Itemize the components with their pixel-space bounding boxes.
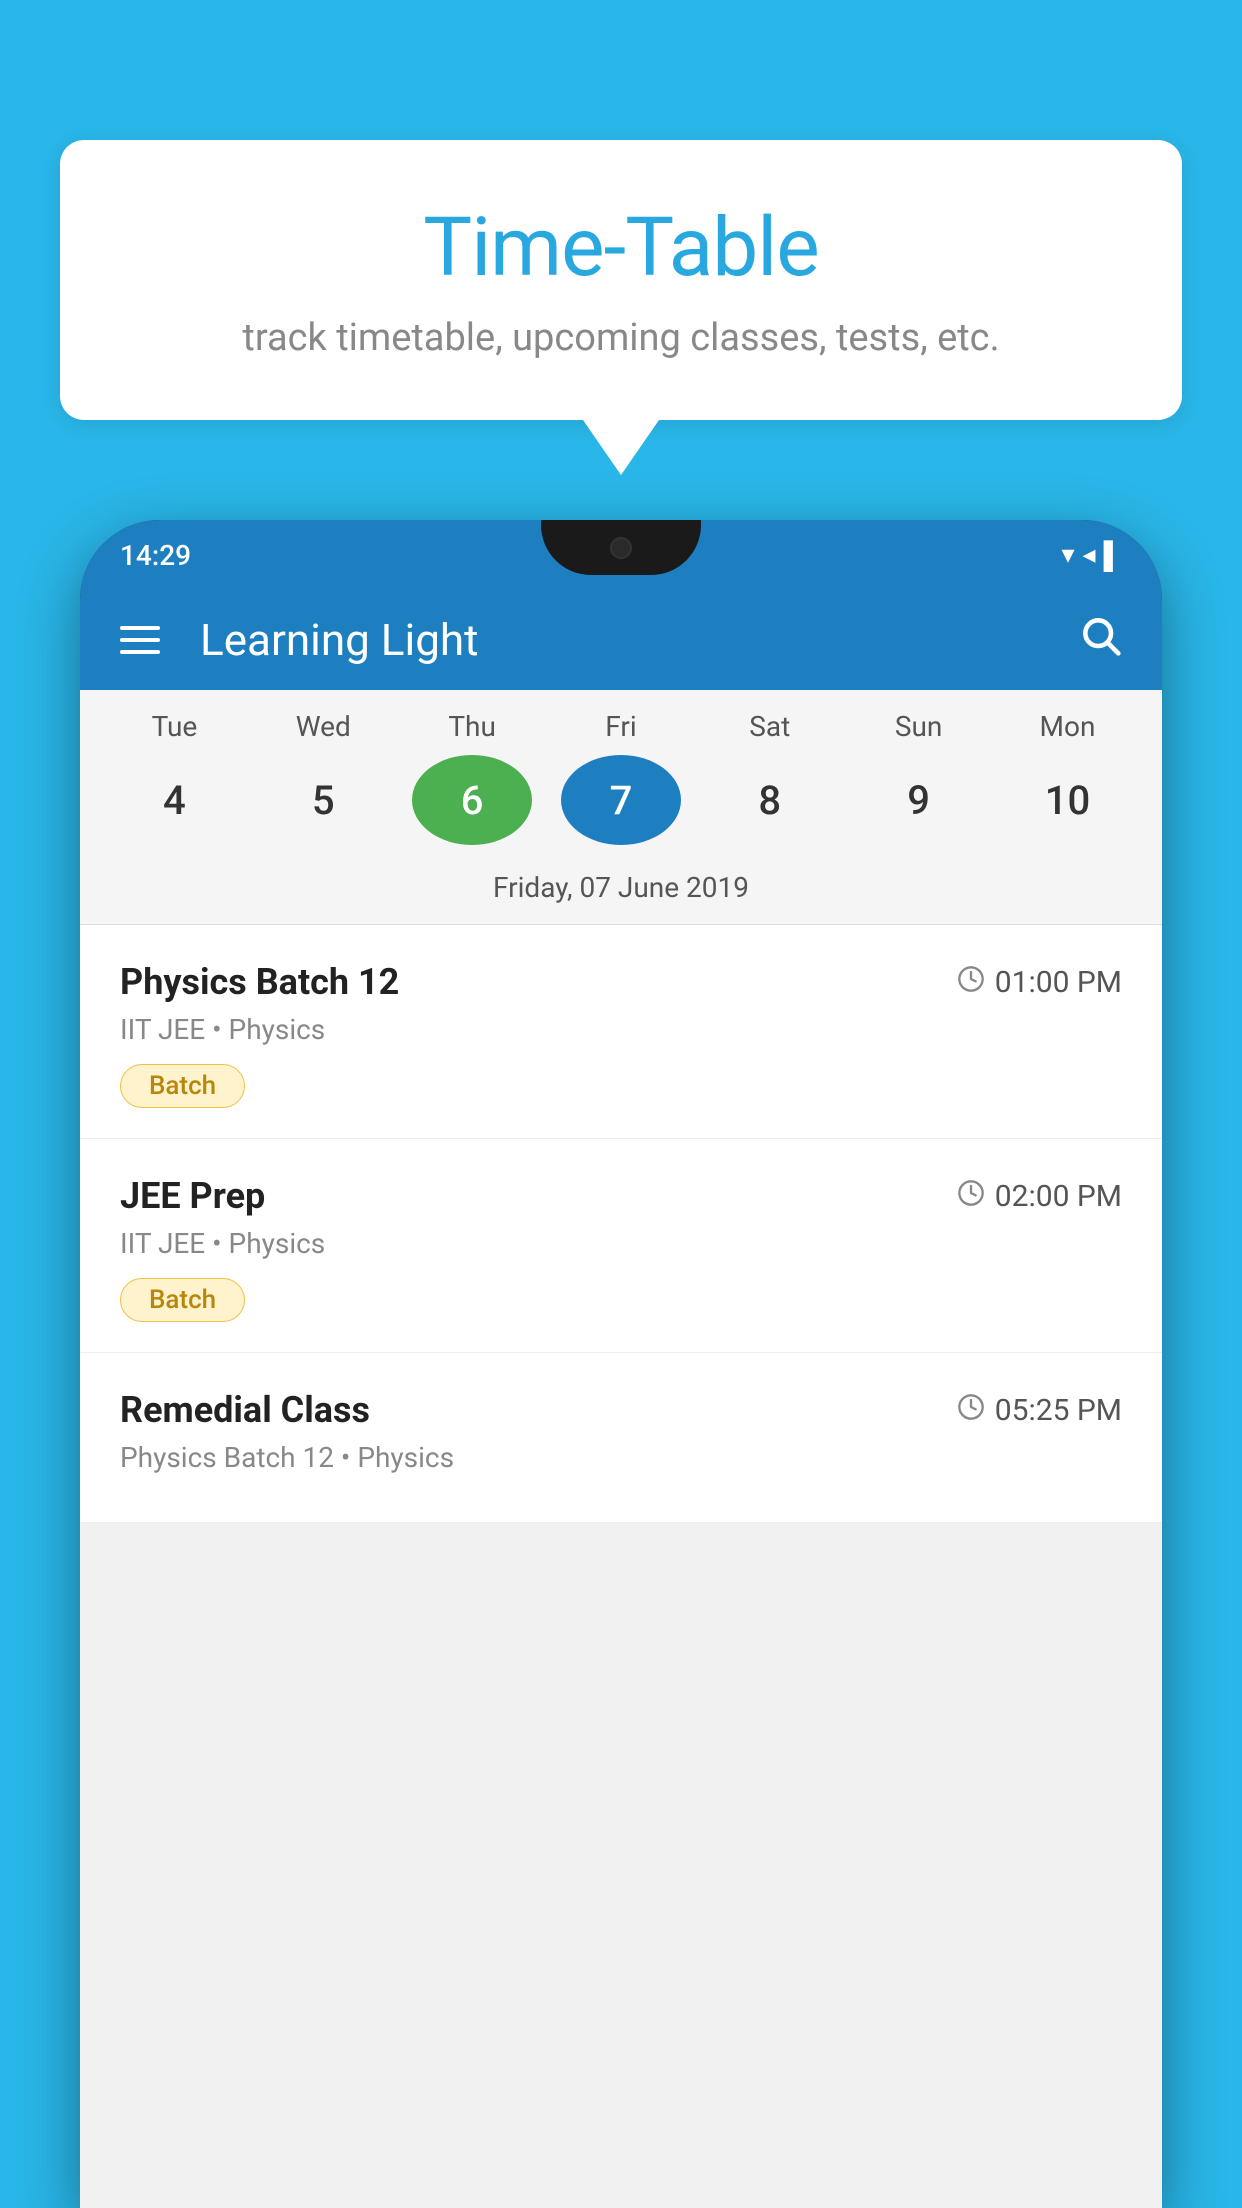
clock-icon-1 xyxy=(957,965,985,1000)
day-8[interactable]: 8 xyxy=(710,755,830,845)
batch-badge-1: Batch xyxy=(120,1064,245,1108)
day-numbers-row: 4 5 6 7 8 9 10 xyxy=(80,755,1162,845)
phone-screen: Tue Wed Thu Fri Sat Sun Mon 4 5 6 7 8 9 … xyxy=(80,690,1162,2208)
app-header: Learning Light xyxy=(80,590,1162,690)
class-time-text-1: 01:00 PM xyxy=(995,965,1122,1000)
clock-icon-3 xyxy=(957,1393,985,1428)
day-5[interactable]: 5 xyxy=(263,755,383,845)
day-names-row: Tue Wed Thu Fri Sat Sun Mon xyxy=(80,710,1162,743)
day-4[interactable]: 4 xyxy=(114,755,234,845)
wifi-icon: ▾ xyxy=(1061,540,1074,570)
hamburger-menu-icon[interactable] xyxy=(120,626,160,654)
signal-icon: ◂ xyxy=(1083,540,1096,570)
day-name-wed: Wed xyxy=(263,710,383,743)
day-name-sat: Sat xyxy=(710,710,830,743)
class-meta-2: IIT JEE • Physics xyxy=(120,1227,1122,1260)
hero-title: Time-Table xyxy=(120,200,1122,296)
class-name-1: Physics Batch 12 xyxy=(120,961,399,1003)
speech-bubble-arrow xyxy=(583,420,659,475)
class-item-header-2: JEE Prep 02:00 PM xyxy=(120,1175,1122,1217)
phone-inner: 14:29 ▾ ◂ ▌ Learning Light xyxy=(80,520,1162,2208)
day-9[interactable]: 9 xyxy=(859,755,979,845)
day-10[interactable]: 10 xyxy=(1007,755,1127,845)
selected-date-label: Friday, 07 June 2019 xyxy=(80,861,1162,925)
class-item-remedial[interactable]: Remedial Class 05:25 PM Physics Batch xyxy=(80,1353,1162,1523)
class-time-text-3: 05:25 PM xyxy=(995,1393,1122,1428)
class-name-2: JEE Prep xyxy=(120,1175,265,1217)
class-time-text-2: 02:00 PM xyxy=(995,1179,1122,1214)
class-time-1: 01:00 PM xyxy=(957,965,1122,1000)
class-name-3: Remedial Class xyxy=(120,1389,370,1431)
class-item-jee-prep[interactable]: JEE Prep 02:00 PM IIT JEE • Physics xyxy=(80,1139,1162,1353)
class-item-header-3: Remedial Class 05:25 PM xyxy=(120,1389,1122,1431)
calendar-strip: Tue Wed Thu Fri Sat Sun Mon 4 5 6 7 8 9 … xyxy=(80,690,1162,925)
app-title: Learning Light xyxy=(200,614,1048,666)
class-time-2: 02:00 PM xyxy=(957,1179,1122,1214)
day-name-thu: Thu xyxy=(412,710,532,743)
day-name-tue: Tue xyxy=(114,710,234,743)
hero-subtitle: track timetable, upcoming classes, tests… xyxy=(120,316,1122,360)
class-item-physics-batch-12[interactable]: Physics Batch 12 01:00 PM IIT JEE • P xyxy=(80,925,1162,1139)
day-name-sun: Sun xyxy=(859,710,979,743)
day-6-today[interactable]: 6 xyxy=(412,755,532,845)
battery-icon: ▌ xyxy=(1104,540,1122,571)
phone-notch xyxy=(541,520,701,575)
day-name-mon: Mon xyxy=(1007,710,1127,743)
class-item-header-1: Physics Batch 12 01:00 PM xyxy=(120,961,1122,1003)
class-list: Physics Batch 12 01:00 PM IIT JEE • P xyxy=(80,925,1162,1523)
phone-camera xyxy=(610,537,632,559)
day-7-selected[interactable]: 7 xyxy=(561,755,681,845)
class-time-3: 05:25 PM xyxy=(957,1393,1122,1428)
status-icons: ▾ ◂ ▌ xyxy=(1061,540,1122,571)
speech-bubble-card: Time-Table track timetable, upcoming cla… xyxy=(60,140,1182,420)
search-icon[interactable] xyxy=(1078,613,1122,668)
status-time: 14:29 xyxy=(120,539,191,572)
batch-badge-2: Batch xyxy=(120,1278,245,1322)
class-meta-3: Physics Batch 12 • Physics xyxy=(120,1441,1122,1474)
phone-frame: 14:29 ▾ ◂ ▌ Learning Light xyxy=(80,520,1162,2208)
speech-bubble-section: Time-Table track timetable, upcoming cla… xyxy=(60,140,1182,475)
day-name-fri: Fri xyxy=(561,710,681,743)
clock-icon-2 xyxy=(957,1179,985,1214)
status-bar: 14:29 ▾ ◂ ▌ xyxy=(80,520,1162,590)
class-meta-1: IIT JEE • Physics xyxy=(120,1013,1122,1046)
